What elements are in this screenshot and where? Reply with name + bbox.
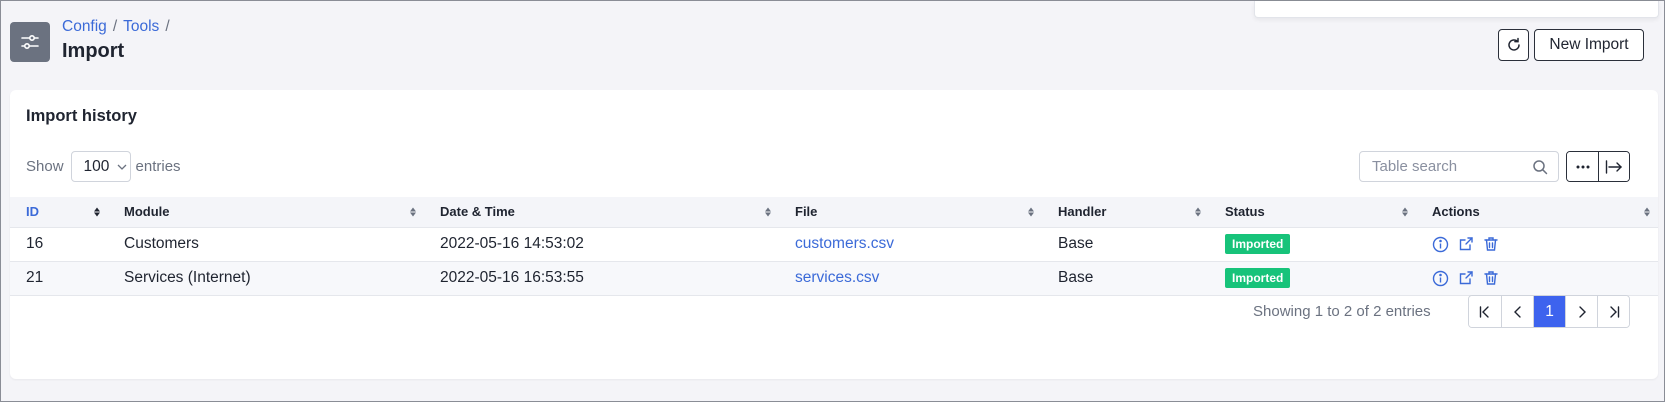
cell-actions xyxy=(1416,227,1658,261)
next-page-button[interactable] xyxy=(1565,296,1597,327)
sort-icon xyxy=(1644,207,1650,217)
entries-label: entries xyxy=(135,158,181,175)
column-header-id[interactable]: ID xyxy=(10,197,108,228)
external-link-icon[interactable] xyxy=(1458,236,1474,252)
column-header-status[interactable]: Status xyxy=(1209,197,1416,228)
expand-columns-button[interactable] xyxy=(1598,152,1629,181)
chevron-first-icon xyxy=(1479,305,1489,318)
sort-icon xyxy=(410,207,416,217)
column-header-date-time[interactable]: Date & Time xyxy=(424,197,779,228)
cell-handler: Base xyxy=(1058,235,1094,252)
import-history-card: Import history Show 100 entries ID Modul… xyxy=(10,90,1658,379)
arrow-right-to-line-icon xyxy=(1605,159,1622,174)
first-page-button[interactable] xyxy=(1469,296,1501,327)
breadcrumb-separator: / xyxy=(165,18,170,35)
table-row: 21 Services (Internet) 2022-05-16 16:53:… xyxy=(10,261,1658,295)
sort-icon xyxy=(765,207,771,217)
file-link[interactable]: services.csv xyxy=(795,269,879,286)
breadcrumb-separator: / xyxy=(112,18,118,35)
cell-file: customers.csv xyxy=(779,227,1042,261)
info-icon[interactable] xyxy=(1432,236,1449,253)
cell-status: Imported xyxy=(1209,227,1416,261)
column-header-handler[interactable]: Handler xyxy=(1042,197,1209,228)
table-search xyxy=(1359,151,1559,182)
sort-icon xyxy=(1195,207,1201,217)
sort-icon xyxy=(1402,207,1408,217)
info-icon[interactable] xyxy=(1432,270,1449,287)
cell-id: 16 xyxy=(26,235,44,252)
cell-id: 21 xyxy=(26,269,44,286)
chevron-last-icon xyxy=(1609,305,1619,318)
cell-file: services.csv xyxy=(779,261,1042,295)
table-search-input[interactable] xyxy=(1372,158,1522,175)
cell-module: Services (Internet) xyxy=(124,269,251,286)
chevron-left-icon xyxy=(1513,305,1521,318)
cell-actions xyxy=(1416,261,1658,295)
new-import-button[interactable]: New Import xyxy=(1534,29,1644,61)
ellipsis-icon xyxy=(1576,165,1589,168)
table-header-row: ID Module Date & Time File Handler Statu… xyxy=(10,197,1658,228)
column-header-module[interactable]: Module xyxy=(108,197,424,228)
cell-datetime: 2022-05-16 16:53:55 xyxy=(440,269,584,286)
last-page-button[interactable] xyxy=(1597,296,1629,327)
table-info: Showing 1 to 2 of 2 entries xyxy=(1253,303,1431,320)
breadcrumb-tools-link[interactable]: Tools xyxy=(123,18,159,35)
page-title: Import xyxy=(62,40,125,62)
status-badge: Imported xyxy=(1225,234,1291,254)
file-link[interactable]: customers.csv xyxy=(795,235,894,252)
column-header-actions[interactable]: Actions xyxy=(1416,197,1658,228)
refresh-button[interactable] xyxy=(1498,29,1529,61)
cell-module: Customers xyxy=(124,235,199,252)
column-header-file[interactable]: File xyxy=(779,197,1042,228)
pagination: 1 xyxy=(1468,295,1630,328)
dropdown-panel-edge xyxy=(1254,1,1659,18)
sort-icon xyxy=(94,207,100,217)
entries-select-value: 100 xyxy=(83,157,110,175)
cell-datetime: 2022-05-16 14:53:02 xyxy=(440,235,584,252)
show-label: Show xyxy=(26,158,64,175)
more-options-button[interactable] xyxy=(1567,152,1598,181)
refresh-icon xyxy=(1507,37,1520,51)
search-icon[interactable] xyxy=(1532,159,1548,175)
external-link-icon[interactable] xyxy=(1458,270,1474,286)
status-badge: Imported xyxy=(1225,268,1291,288)
sort-icon xyxy=(1028,207,1034,217)
import-history-table: ID Module Date & Time File Handler Statu… xyxy=(10,197,1658,296)
trash-icon[interactable] xyxy=(1483,270,1499,286)
breadcrumb: Config / Tools / xyxy=(62,18,176,36)
chevron-right-icon xyxy=(1578,305,1586,318)
sliders-icon xyxy=(10,22,50,62)
card-title: Import history xyxy=(26,107,137,125)
cell-status: Imported xyxy=(1209,261,1416,295)
prev-page-button[interactable] xyxy=(1501,296,1533,327)
chevron-down-icon xyxy=(117,164,127,170)
entries-select[interactable]: 100 xyxy=(70,151,131,182)
entries-length-control: Show 100 entries xyxy=(26,151,181,182)
table-row: 16 Customers 2022-05-16 14:53:02 custome… xyxy=(10,227,1658,261)
page-1-button[interactable]: 1 xyxy=(1533,296,1565,327)
table-tools xyxy=(1566,151,1630,182)
breadcrumb-config-link[interactable]: Config xyxy=(62,18,107,35)
cell-handler: Base xyxy=(1058,269,1094,286)
trash-icon[interactable] xyxy=(1483,236,1499,252)
